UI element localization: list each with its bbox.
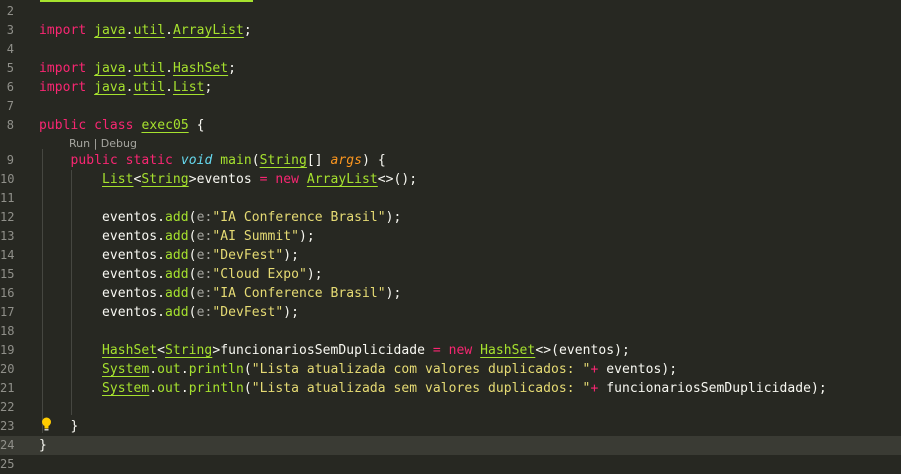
code-text[interactable]: } — [39, 417, 79, 436]
code-line[interactable]: 16 eventos.add(e:"IA Conference Brasil")… — [0, 284, 901, 303]
code-line[interactable]: 25 — [0, 455, 901, 474]
code-text[interactable]: public class exec05 { — [39, 116, 204, 135]
code-line[interactable]: 20 System.out.println("Lista atualizada … — [0, 360, 901, 379]
line-number: 12 — [0, 210, 15, 224]
code-line[interactable]: 24} — [0, 436, 901, 455]
code-line[interactable]: 23 } — [0, 417, 901, 436]
line-number: 2 — [6, 4, 14, 18]
code-text[interactable]: List<String>eventos = new ArrayList<>(); — [39, 170, 417, 189]
line-number: 9 — [6, 153, 14, 167]
line-number: 25 — [0, 457, 15, 471]
code-text[interactable]: HashSet<String>funcionariosSemDuplicidad… — [39, 341, 630, 360]
code-text[interactable]: import java.util.ArrayList; — [39, 21, 252, 40]
code-text[interactable]: eventos.add(e:"IA Conference Brasil"); — [39, 208, 401, 227]
line-number: 14 — [0, 248, 15, 262]
code-line[interactable]: 14 eventos.add(e:"DevFest"); — [0, 246, 901, 265]
code-line[interactable]: 12 eventos.add(e:"IA Conference Brasil")… — [0, 208, 901, 227]
code-line[interactable]: 8 public class exec05 { — [0, 116, 901, 135]
code-text[interactable]: System.out.println("Lista atualizada com… — [39, 360, 677, 379]
line-number: 16 — [0, 286, 15, 300]
code-line[interactable]: 22 — [0, 398, 901, 417]
line-number: 4 — [6, 42, 14, 56]
line-number: 22 — [0, 400, 15, 414]
codelens-run-debug[interactable]: Run | Debug — [69, 137, 137, 151]
code-text[interactable]: } — [39, 436, 47, 455]
line-number: 24 — [0, 438, 15, 452]
code-line[interactable]: 5 import java.util.HashSet; — [0, 59, 901, 78]
code-text[interactable]: public static void main(String[] args) { — [39, 151, 386, 170]
code-text[interactable]: import java.util.List; — [39, 78, 212, 97]
line-number: 15 — [0, 267, 15, 281]
line-number: 11 — [0, 191, 15, 205]
code-line[interactable]: 15 eventos.add(e:"Cloud Expo"); — [0, 265, 901, 284]
code-line[interactable]: 6 import java.util.List; — [0, 78, 901, 97]
line-number: 17 — [0, 305, 15, 319]
code-editor[interactable]: Run | Debug 2 3 import java.util.ArrayList… — [0, 0, 901, 471]
code-line[interactable]: 11 — [0, 189, 901, 208]
line-number: 6 — [6, 80, 14, 94]
code-text[interactable]: eventos.add(e:"DevFest"); — [39, 303, 299, 322]
code-line[interactable]: 18 — [0, 322, 901, 341]
line-number: 7 — [6, 99, 14, 113]
code-line[interactable]: 21 System.out.println("Lista atualizada … — [0, 379, 901, 398]
code-line[interactable]: 4 — [0, 40, 901, 59]
line-number: 8 — [6, 118, 14, 132]
line-number: 23 — [0, 419, 15, 433]
line-number: 20 — [0, 362, 15, 376]
line-number: 19 — [0, 343, 15, 357]
line-number: 3 — [6, 23, 14, 37]
code-text[interactable]: eventos.add(e:"Cloud Expo"); — [39, 265, 323, 284]
code-line[interactable]: 7 — [0, 97, 901, 116]
code-line[interactable]: 19 HashSet<String>funcionariosSemDuplici… — [0, 341, 901, 360]
code-text[interactable]: import java.util.HashSet; — [39, 59, 236, 78]
code-text[interactable]: System.out.println("Lista atualizada sem… — [39, 379, 827, 398]
code-line[interactable]: 3 import java.util.ArrayList; — [0, 21, 901, 40]
line-number: 10 — [0, 172, 15, 186]
code-line[interactable]: 17 eventos.add(e:"DevFest"); — [0, 303, 901, 322]
code-line[interactable]: 9 public static void main(String[] args)… — [0, 151, 901, 170]
code-line[interactable]: 13 eventos.add(e:"AI Summit"); — [0, 227, 901, 246]
line-number: 21 — [0, 381, 15, 395]
code-text[interactable]: eventos.add(e:"DevFest"); — [39, 246, 299, 265]
code-line[interactable]: 10 List<String>eventos = new ArrayList<>… — [0, 170, 901, 189]
code-text[interactable]: eventos.add(e:"IA Conference Brasil"); — [39, 284, 401, 303]
line-number: 5 — [6, 61, 14, 75]
line-number: 13 — [0, 229, 15, 243]
line-number: 18 — [0, 324, 15, 338]
code-text[interactable]: eventos.add(e:"AI Summit"); — [39, 227, 315, 246]
code-line[interactable]: 2 — [0, 2, 901, 21]
